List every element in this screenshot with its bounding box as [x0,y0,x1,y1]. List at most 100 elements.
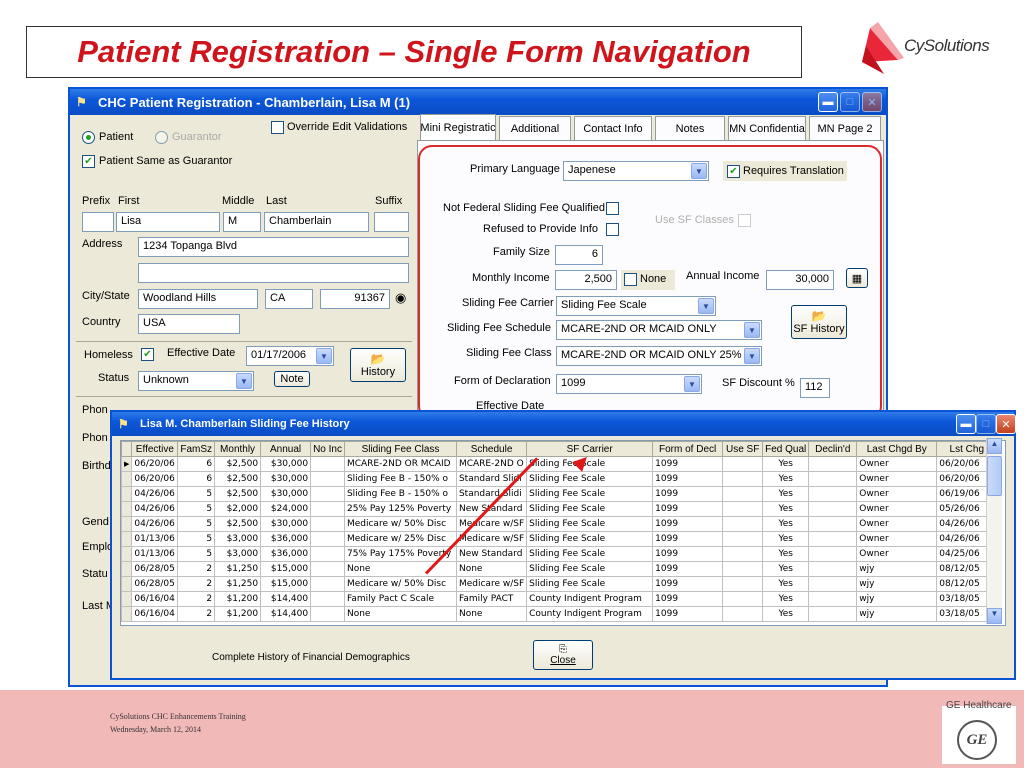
address-line2-input[interactable] [138,263,409,283]
table-cell: wjy [856,576,938,592]
tab-contact-info[interactable]: Contact Info [574,116,652,140]
state-input[interactable]: CA [265,289,313,309]
row-selector[interactable] [121,606,133,622]
table-row[interactable]: 01/13/06 5 $3,000 $36,000 75% Pay 175% Pover… [121,546,998,562]
column-header[interactable]: Annual [260,441,312,457]
main-titlebar[interactable]: ⚑ CHC Patient Registration - Chamberlain… [70,89,886,115]
zip-input[interactable]: 91367 [320,289,390,309]
address-line1-input[interactable]: 1234 Topanga Blvd [138,237,409,257]
suffix-input[interactable] [374,212,409,232]
declaration-select[interactable]: 1099 ▼ [556,374,702,394]
prefix-input[interactable] [82,212,114,232]
table-row[interactable]: 04/26/06 5 $2,000 $24,000 25% Pay 125% Pover… [121,501,998,517]
none-checkbox[interactable] [624,273,637,286]
last-name-input[interactable]: Chamberlain [264,212,369,232]
status-select[interactable]: Unknown ▼ [138,371,254,391]
row-selector[interactable] [121,591,133,607]
homeless-effective-date-input[interactable]: 01/17/2006 ▼ [246,346,334,366]
use-sf-classes-checkbox[interactable] [738,214,751,227]
row-selector[interactable] [121,576,133,592]
table-row[interactable]: 06/16/04 2 $1,200 $14,400 Family Pact C Scal… [121,591,998,607]
column-header[interactable]: Declin'd [808,441,858,457]
chevron-down-icon[interactable]: ▼ [744,348,760,364]
history-button[interactable]: 📂 History [350,348,406,382]
primary-language-select[interactable]: Japenese ▼ [563,161,709,181]
chevron-down-icon[interactable]: ▼ [236,373,252,389]
chevron-down-icon[interactable]: ▼ [744,322,760,338]
schedule-select[interactable]: MCARE-2ND OR MCAID ONLY ▼ [556,320,762,340]
row-selector[interactable] [121,546,133,562]
row-selector[interactable] [121,516,133,532]
monthly-income-input[interactable]: 2,500 [555,270,617,290]
table-row[interactable]: 04/26/06 5 $2,500 $30,000 Medicare w/ 50% Di… [121,516,998,532]
row-selector[interactable] [121,471,133,487]
patient-radio[interactable] [82,131,95,144]
close-window-button[interactable]: ✕ [862,92,882,112]
maximize-button[interactable]: □ [840,92,860,112]
table-row[interactable]: 01/13/06 5 $3,000 $36,000 Medicare w/ 25% Di… [121,531,998,547]
row-selector[interactable] [121,561,133,577]
chevron-down-icon[interactable]: ▼ [698,298,714,314]
column-header[interactable]: SF Carrier [526,441,654,457]
class-select[interactable]: MCARE-2ND OR MCAID ONLY 25% ▼ [556,346,762,366]
row-selector[interactable] [121,501,133,517]
column-header[interactable]: Fed Qual [762,441,810,457]
history-titlebar[interactable]: ⚑ Lisa M. Chamberlain Sliding Fee Histor… [112,412,1014,436]
override-checkbox[interactable] [271,121,284,134]
history-maximize-button[interactable]: □ [976,414,996,434]
row-selector[interactable] [121,486,133,502]
family-size-input[interactable]: 6 [555,245,603,265]
column-header[interactable]: Effective [131,441,179,457]
binoculars-icon[interactable]: ◉ [395,290,406,306]
column-header[interactable]: Monthly [214,441,262,457]
middle-name-input[interactable]: M [223,212,261,232]
chevron-down-icon[interactable]: ▼ [691,163,707,179]
sf-discount-input[interactable]: 112 [800,378,830,398]
city-input[interactable]: Woodland Hills [138,289,258,309]
table-row[interactable]: ▶ 06/20/06 6 $2,500 $30,000 MCARE-2ND OR MCAI… [121,456,998,472]
country-input[interactable]: USA [138,314,240,334]
main-window-title: CHC Patient Registration - Chamberlain, … [98,94,411,110]
history-close-icon[interactable]: ✕ [996,414,1016,434]
tab-notes[interactable]: Notes [655,116,725,140]
table-row[interactable]: 06/28/05 2 $1,250 $15,000 None None Sliding Fe… [121,561,998,577]
tab-additional[interactable]: Additional [499,116,571,140]
row-selector[interactable] [121,531,133,547]
scroll-down-icon[interactable]: ▼ [987,608,1002,624]
tab-mn-page-2[interactable]: MN Page 2 [809,116,881,140]
column-header[interactable]: Form of Decl [652,441,724,457]
same-as-guarantor-checkbox[interactable]: ✔ [82,155,95,168]
requires-translation-checkbox[interactable]: ✔ [727,165,740,178]
chevron-down-icon[interactable]: ▼ [684,376,700,392]
table-row[interactable]: 06/28/05 2 $1,250 $15,000 Medicare w/ 50% Di… [121,576,998,592]
calculator-icon[interactable]: ▦ [846,268,868,288]
tab-mini-registration[interactable]: Mini Registratic [420,114,496,141]
table-row[interactable]: 04/26/06 5 $2,500 $30,000 Sliding Fee B - 15… [121,486,998,502]
homeless-checkbox[interactable]: ✔ [141,348,154,361]
column-header[interactable]: Schedule [455,441,528,457]
sf-history-button[interactable]: 📂 SF History [791,305,847,339]
history-minimize-button[interactable]: ▬ [956,414,976,434]
first-name-input[interactable]: Lisa [116,212,220,232]
tab-mn-confidential[interactable]: MN Confidentia [728,116,806,140]
column-header[interactable]: Sliding Fee Class [343,441,457,457]
table-row[interactable]: 06/16/04 2 $1,200 $14,400 None None County Ind… [121,606,998,622]
column-header[interactable]: Last Chgd By [856,441,938,457]
chevron-down-icon[interactable]: ▼ [316,348,332,364]
note-button[interactable]: Note [274,371,310,387]
column-header[interactable]: FamSz [177,441,216,457]
annual-income-input[interactable]: 30,000 [766,270,834,290]
scroll-thumb[interactable] [987,456,1002,496]
scroll-up-icon[interactable]: ▲ [987,438,1002,454]
history-scrollbar[interactable]: ▲ ▼ [986,438,1002,624]
not-federal-checkbox[interactable] [606,202,619,215]
carrier-select[interactable]: Sliding Fee Scale ▼ [556,296,716,316]
close-button[interactable]: ⎘ Close [533,640,593,670]
table-row[interactable]: 06/20/06 6 $2,500 $30,000 Sliding Fee B - 15… [121,471,998,487]
minimize-button[interactable]: ▬ [818,92,838,112]
guarantor-radio[interactable] [155,131,168,144]
column-header[interactable]: No Inc [310,441,345,457]
refused-checkbox[interactable] [606,223,619,236]
row-selector[interactable]: ▶ [121,456,133,472]
column-header[interactable]: Use SF [722,441,764,457]
